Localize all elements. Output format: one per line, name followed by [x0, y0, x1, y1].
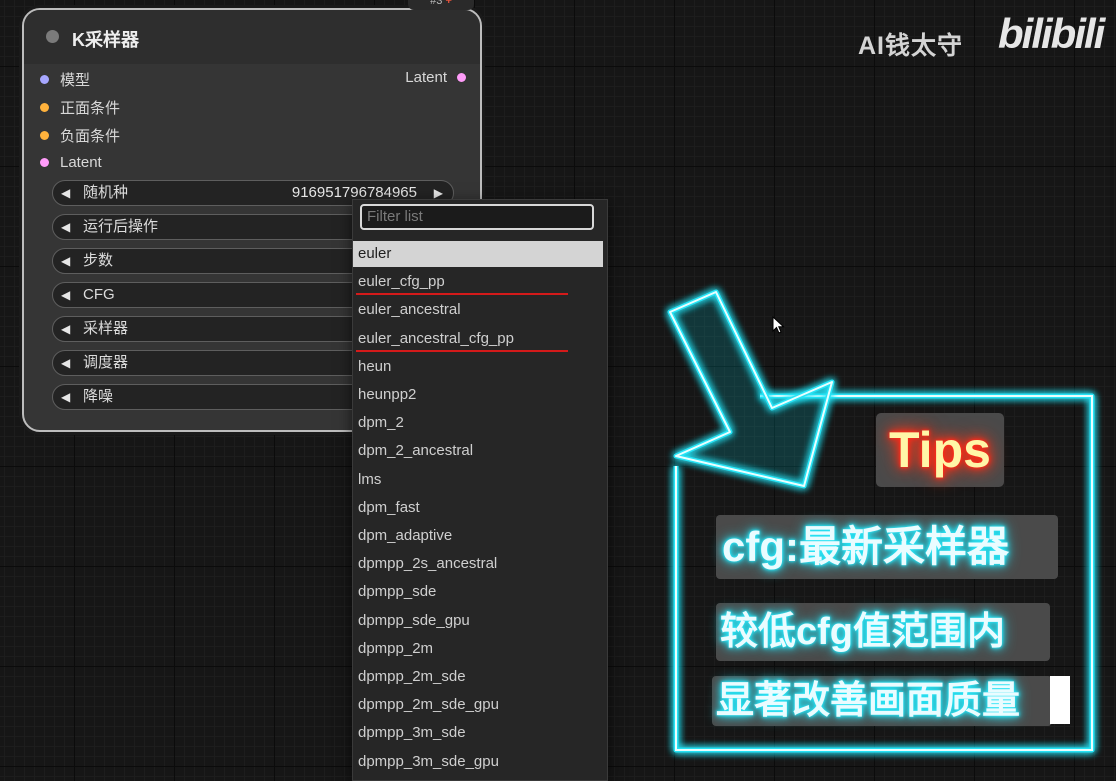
mouse-cursor-icon [772, 316, 785, 334]
tips-title: Tips [876, 413, 1004, 487]
text-cursor [1050, 676, 1070, 724]
tip-line-3: 显著改善画面质量 [712, 676, 1052, 726]
tip-line-2: 较低cfg值范围内 [716, 603, 1050, 661]
tip-line-1: cfg:最新采样器 [716, 515, 1058, 579]
neon-arrow [667, 289, 835, 489]
